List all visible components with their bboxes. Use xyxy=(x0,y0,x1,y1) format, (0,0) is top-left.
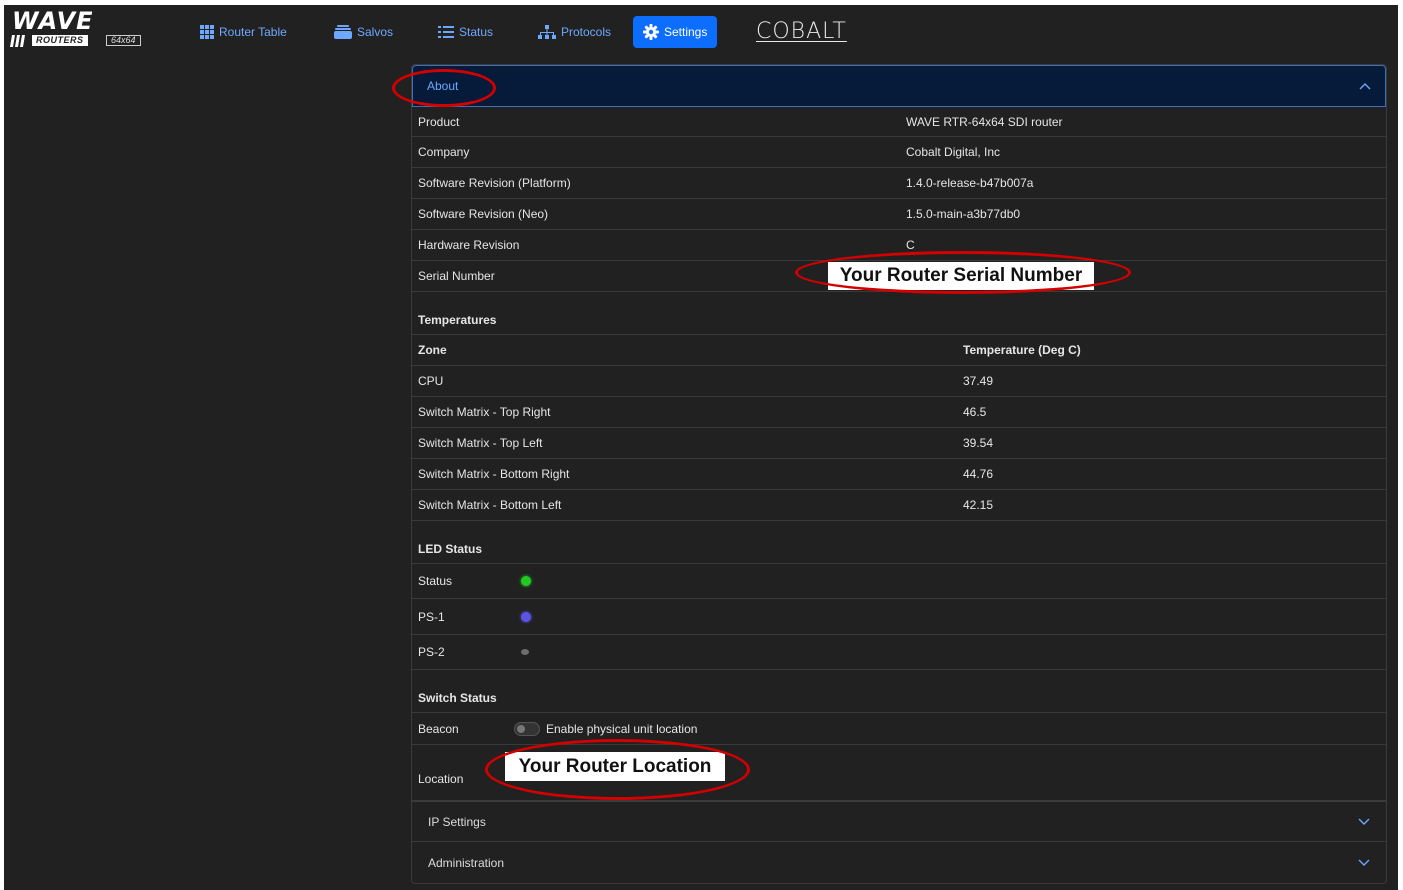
info-row-product: Product WAVE RTR-64x64 SDI router xyxy=(412,107,1386,137)
beacon-toggle-label: Enable physical unit location xyxy=(546,721,698,736)
ip-settings-accordion[interactable]: IP Settings xyxy=(412,801,1386,841)
zone-cell: Switch Matrix - Bottom Left xyxy=(418,498,562,512)
table-row: Switch Matrix - Top Left 39.54 xyxy=(412,428,1386,459)
zone-cell: Switch Matrix - Top Right xyxy=(418,405,551,419)
led-row-ps1: PS-1 xyxy=(412,599,1386,635)
chevron-up-icon xyxy=(1359,83,1371,90)
info-label: Product xyxy=(418,114,460,129)
nav-salvos[interactable]: Salvos xyxy=(324,16,403,48)
gear-icon xyxy=(643,24,659,40)
about-highlight-ring xyxy=(392,69,496,107)
ps2-led-icon xyxy=(521,649,529,655)
ip-settings-label: IP Settings xyxy=(428,814,486,829)
wave-routers-logo: WAVE ROUTERS 64x64 xyxy=(8,7,158,47)
location-highlight-ring xyxy=(485,739,750,800)
nav-router-table-label: Router Table xyxy=(219,25,287,39)
beacon-toggle[interactable] xyxy=(514,721,540,736)
info-value: Cobalt Digital, Inc xyxy=(906,145,1001,159)
info-label: Software Revision (Platform) xyxy=(418,176,571,190)
switch-status-heading-row: Switch Status xyxy=(412,670,1386,713)
led-label: Status xyxy=(418,574,453,588)
temperatures-heading: Temperatures xyxy=(418,313,497,327)
chevron-down-icon xyxy=(1358,859,1370,866)
info-label: Company xyxy=(418,145,470,159)
list-icon xyxy=(438,26,454,38)
temperature-cell: 42.15 xyxy=(963,498,994,512)
cobalt-logo: COBALT xyxy=(756,19,847,44)
zone-cell: CPU xyxy=(418,374,444,388)
grid-icon xyxy=(200,25,214,39)
info-value: C xyxy=(906,238,915,252)
about-accordion-header[interactable]: About xyxy=(412,65,1386,107)
led-status-heading-row: LED Status xyxy=(412,521,1386,564)
nav-protocols[interactable]: Protocols xyxy=(528,16,621,48)
administration-accordion[interactable]: Administration xyxy=(412,841,1386,883)
temperatures-header-row: Zone Temperature (Deg C) xyxy=(412,335,1386,366)
nav-router-table[interactable]: Router Table xyxy=(190,16,297,48)
zone-column-header: Zone xyxy=(418,343,447,357)
led-label: PS-1 xyxy=(418,609,445,624)
led-row-status: Status xyxy=(412,564,1386,599)
temperature-cell: 39.54 xyxy=(963,436,994,450)
info-value: WAVE RTR-64x64 SDI router xyxy=(906,114,1063,129)
status-led-icon xyxy=(521,576,531,586)
zone-cell: Switch Matrix - Bottom Right xyxy=(418,467,570,481)
temperature-cell: 44.76 xyxy=(963,467,994,481)
nav-salvos-label: Salvos xyxy=(357,25,394,39)
table-row: Switch Matrix - Bottom Left 42.15 xyxy=(412,490,1386,521)
info-row-company: Company Cobalt Digital, Inc xyxy=(412,137,1386,168)
logo-model-text: 64x64 xyxy=(106,35,141,46)
logo-wave-text: WAVE xyxy=(12,7,94,35)
nav-status[interactable]: Status xyxy=(428,16,503,48)
zone-cell: Switch Matrix - Top Left xyxy=(418,436,543,450)
info-label: Software Revision (Neo) xyxy=(418,207,549,221)
temperature-cell: 46.5 xyxy=(963,405,987,419)
info-label: Hardware Revision xyxy=(418,238,520,252)
nav-settings[interactable]: Settings xyxy=(633,16,718,48)
table-row: CPU 37.49 xyxy=(412,366,1386,397)
temperature-cell: 37.49 xyxy=(963,374,994,388)
info-row-neo-revision: Software Revision (Neo) 1.5.0-main-a3b77… xyxy=(412,199,1386,230)
administration-label: Administration xyxy=(428,855,505,870)
nav-protocols-label: Protocols xyxy=(561,25,612,39)
table-row: Switch Matrix - Top Right 46.5 xyxy=(412,397,1386,428)
info-value: 1.5.0-main-a3b77db0 xyxy=(906,207,1021,221)
logo-bars-icon xyxy=(10,35,25,47)
nav-status-label: Status xyxy=(459,25,494,39)
led-status-heading: LED Status xyxy=(418,542,483,556)
info-value: 1.4.0-release-b47b007a xyxy=(906,176,1034,190)
ps1-led-icon xyxy=(521,611,531,622)
temperatures-heading-row: Temperatures xyxy=(412,292,1386,335)
beacon-row: Beacon Enable physical unit location xyxy=(412,713,1386,745)
info-label: Serial Number xyxy=(418,269,495,283)
network-icon xyxy=(538,25,556,39)
beacon-label: Beacon xyxy=(418,721,459,736)
info-row-platform-revision: Software Revision (Platform) 1.4.0-relea… xyxy=(412,168,1386,199)
switch-status-heading: Switch Status xyxy=(418,691,497,705)
chevron-down-icon xyxy=(1358,818,1370,825)
logo-routers-text: ROUTERS xyxy=(32,35,88,46)
table-row: Switch Matrix - Bottom Right 44.76 xyxy=(412,459,1386,490)
stack-icon xyxy=(334,25,352,39)
location-label: Location xyxy=(418,772,464,786)
led-label: PS-2 xyxy=(418,645,445,659)
serial-highlight-ring xyxy=(795,251,1131,294)
temperature-column-header: Temperature (Deg C) xyxy=(963,343,1081,357)
nav-settings-label: Settings xyxy=(664,25,708,39)
led-row-ps2: PS-2 xyxy=(412,635,1386,670)
